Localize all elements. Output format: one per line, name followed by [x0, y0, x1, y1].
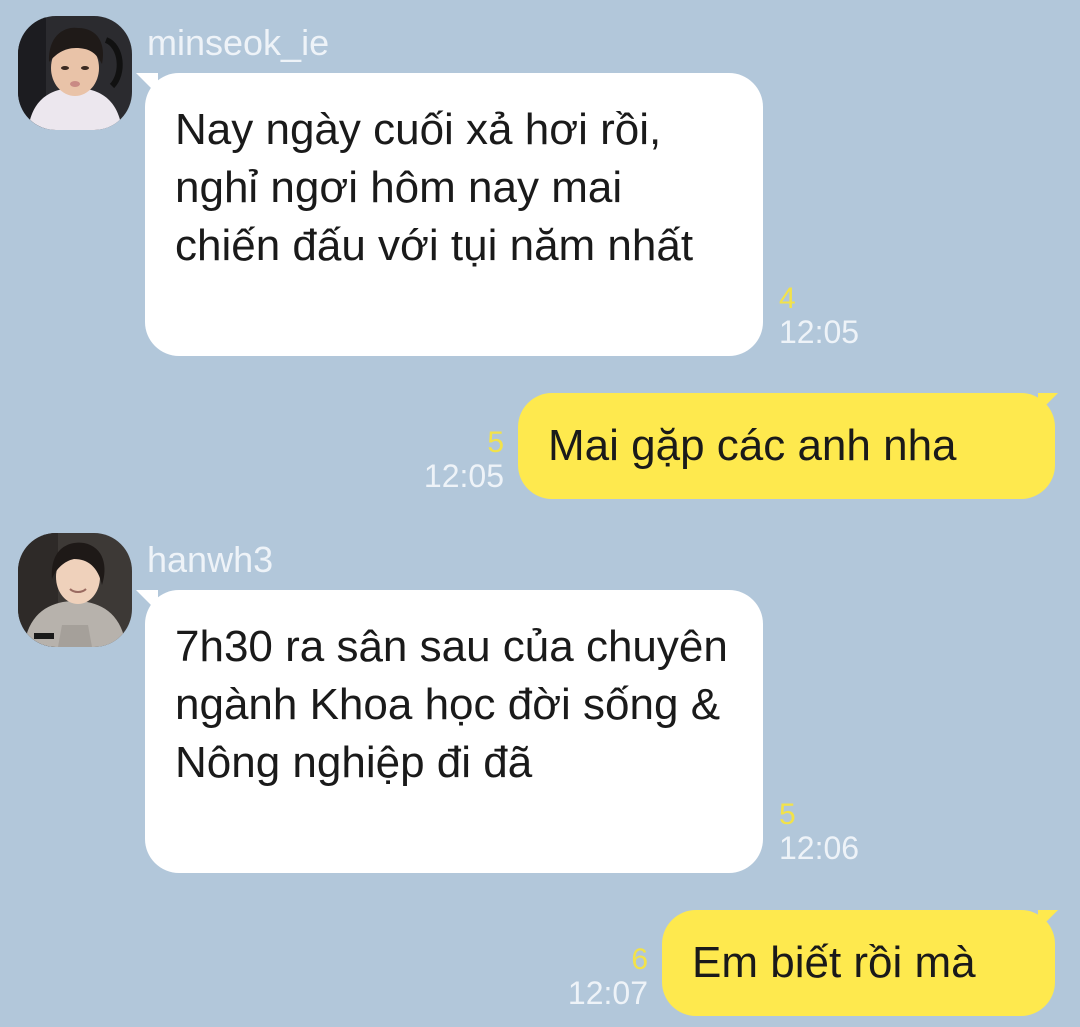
unread-count: 5: [779, 798, 796, 831]
outgoing-message-bubble[interactable]: Mai gặp các anh nha: [518, 393, 1055, 499]
message-meta: 5 12:05: [398, 426, 504, 495]
message-text: Mai gặp các anh nha: [548, 421, 957, 470]
profile-photo-icon: [18, 16, 132, 130]
incoming-message-bubble[interactable]: 7h30 ra sân sau của chuyên ngành Khoa họ…: [145, 590, 763, 873]
message-time: 12:06: [779, 830, 860, 866]
sender-name: hanwh3: [147, 539, 274, 580]
unread-count: 6: [631, 943, 648, 976]
bubble-tail: [136, 590, 158, 612]
bubble-tail: [1038, 393, 1058, 413]
message-time: 12:07: [567, 975, 648, 1011]
profile-photo-icon: [18, 533, 132, 647]
incoming-message-bubble[interactable]: Nay ngày cuối xả hơi rồi, nghỉ ngơi hôm …: [145, 73, 763, 356]
sender-avatar[interactable]: [18, 16, 132, 130]
sender-name: minseok_ie: [147, 22, 330, 63]
chat-message-list[interactable]: minseok_ie Nay ngày cuối xả hơi rồi, ngh…: [0, 0, 1080, 1027]
message-meta: 4 12:05: [779, 282, 860, 351]
message-text: 7h30 ra sân sau của chuyên ngành Khoa họ…: [175, 622, 728, 787]
message-meta: 6 12:07: [542, 943, 648, 1012]
sender-avatar[interactable]: [18, 533, 132, 647]
message-text: Em biết rồi mà: [692, 938, 976, 987]
message-text: Nay ngày cuối xả hơi rồi, nghỉ ngơi hôm …: [175, 105, 694, 270]
bubble-tail: [136, 73, 158, 95]
message-time: 12:05: [779, 314, 860, 350]
message-time: 12:05: [423, 458, 504, 494]
outgoing-message-bubble[interactable]: Em biết rồi mà: [662, 910, 1055, 1016]
message-meta: 5 12:06: [779, 798, 860, 867]
bubble-tail: [1038, 910, 1058, 930]
unread-count: 5: [487, 426, 504, 459]
unread-count: 4: [779, 282, 796, 315]
